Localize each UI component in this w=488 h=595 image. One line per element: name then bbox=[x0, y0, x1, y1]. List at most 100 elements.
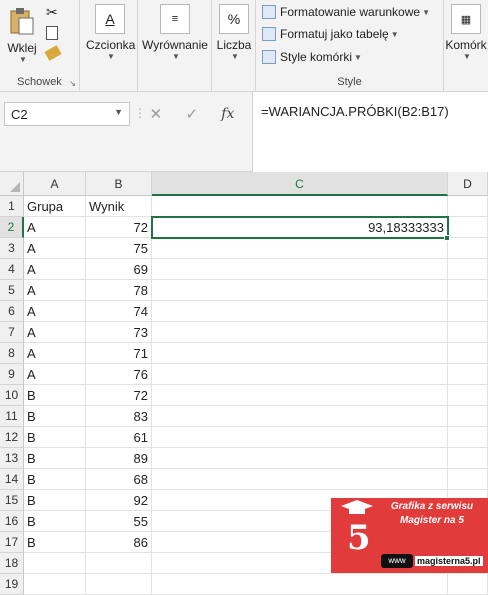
row-header-12[interactable]: 12 bbox=[0, 427, 24, 448]
cell-a-4[interactable]: A bbox=[24, 259, 86, 280]
cell-a-7[interactable]: A bbox=[24, 322, 86, 343]
cell-a-3[interactable]: A bbox=[24, 238, 86, 259]
copy-icon[interactable] bbox=[46, 26, 58, 40]
cell-b-2[interactable]: 72 bbox=[86, 217, 152, 238]
row-header-2[interactable]: 2 bbox=[0, 217, 24, 238]
cell-d-5[interactable] bbox=[448, 280, 488, 301]
row-header-16[interactable]: 16 bbox=[0, 511, 24, 532]
cell-b-9[interactable]: 76 bbox=[86, 364, 152, 385]
alignment-button[interactable]: ≡ Wyrównanie ▼ bbox=[140, 4, 210, 61]
cell-b-18[interactable] bbox=[86, 553, 152, 574]
cell-b-7[interactable]: 73 bbox=[86, 322, 152, 343]
insert-function-icon[interactable]: fx bbox=[221, 106, 234, 122]
cell-styles-button[interactable]: Style komórki ▼ bbox=[262, 47, 362, 67]
cell-c-19[interactable] bbox=[152, 574, 448, 595]
row-header-8[interactable]: 8 bbox=[0, 343, 24, 364]
cell-b-13[interactable]: 89 bbox=[86, 448, 152, 469]
cell-c-7[interactable] bbox=[152, 322, 448, 343]
cell-d-3[interactable] bbox=[448, 238, 488, 259]
cell-c-6[interactable] bbox=[152, 301, 448, 322]
cell-c-1[interactable] bbox=[152, 196, 448, 217]
formula-input[interactable]: =WARIANCJA.PRÓBKI(B2:B17) bbox=[252, 92, 488, 172]
cell-b-6[interactable]: 74 bbox=[86, 301, 152, 322]
cell-b-15[interactable]: 92 bbox=[86, 490, 152, 511]
column-header-d[interactable]: D bbox=[448, 172, 488, 196]
row-header-11[interactable]: 11 bbox=[0, 406, 24, 427]
cell-d-4[interactable] bbox=[448, 259, 488, 280]
cell-d-1[interactable] bbox=[448, 196, 488, 217]
cell-a-19[interactable] bbox=[24, 574, 86, 595]
column-header-a[interactable]: A bbox=[24, 172, 86, 196]
row-header-17[interactable]: 17 bbox=[0, 532, 24, 553]
row-header-15[interactable]: 15 bbox=[0, 490, 24, 511]
row-header-14[interactable]: 14 bbox=[0, 469, 24, 490]
cell-a-8[interactable]: A bbox=[24, 343, 86, 364]
cell-b-17[interactable]: 86 bbox=[86, 532, 152, 553]
paste-button[interactable]: Wklej ▼ bbox=[4, 6, 40, 64]
cell-d-8[interactable] bbox=[448, 343, 488, 364]
conditional-formatting-button[interactable]: Formatowanie warunkowe ▼ bbox=[262, 2, 430, 22]
cell-b-5[interactable]: 78 bbox=[86, 280, 152, 301]
cell-a-16[interactable]: B bbox=[24, 511, 86, 532]
cell-b-16[interactable]: 55 bbox=[86, 511, 152, 532]
cell-b-14[interactable]: 68 bbox=[86, 469, 152, 490]
cell-b-8[interactable]: 71 bbox=[86, 343, 152, 364]
row-header-3[interactable]: 3 bbox=[0, 238, 24, 259]
cell-c-14[interactable] bbox=[152, 469, 448, 490]
cell-b-10[interactable]: 72 bbox=[86, 385, 152, 406]
enter-icon[interactable]: ✓ bbox=[185, 105, 198, 123]
cell-d-19[interactable] bbox=[448, 574, 488, 595]
format-painter-icon[interactable] bbox=[44, 45, 62, 61]
cell-c-8[interactable] bbox=[152, 343, 448, 364]
cell-c-5[interactable] bbox=[152, 280, 448, 301]
cell-d-10[interactable] bbox=[448, 385, 488, 406]
cell-b-1[interactable]: Wynik bbox=[86, 196, 152, 217]
cell-c-3[interactable] bbox=[152, 238, 448, 259]
cell-c-13[interactable] bbox=[152, 448, 448, 469]
row-header-13[interactable]: 13 bbox=[0, 448, 24, 469]
cell-a-11[interactable]: B bbox=[24, 406, 86, 427]
cell-a-17[interactable]: B bbox=[24, 532, 86, 553]
cell-c-11[interactable] bbox=[152, 406, 448, 427]
cell-b-3[interactable]: 75 bbox=[86, 238, 152, 259]
cell-b-4[interactable]: 69 bbox=[86, 259, 152, 280]
cell-a-9[interactable]: A bbox=[24, 364, 86, 385]
row-header-7[interactable]: 7 bbox=[0, 322, 24, 343]
cell-b-12[interactable]: 61 bbox=[86, 427, 152, 448]
select-all-button[interactable] bbox=[0, 172, 24, 196]
row-header-9[interactable]: 9 bbox=[0, 364, 24, 385]
row-header-1[interactable]: 1 bbox=[0, 196, 24, 217]
cell-d-11[interactable] bbox=[448, 406, 488, 427]
name-box[interactable]: C2 ▼ bbox=[4, 102, 130, 126]
row-header-4[interactable]: 4 bbox=[0, 259, 24, 280]
column-header-c[interactable]: C bbox=[152, 172, 448, 196]
cell-c-10[interactable] bbox=[152, 385, 448, 406]
number-format-button[interactable]: % Liczba ▼ bbox=[214, 4, 254, 61]
cancel-icon[interactable]: ✕ bbox=[150, 105, 163, 123]
row-header-10[interactable]: 10 bbox=[0, 385, 24, 406]
cell-a-1[interactable]: Grupa bbox=[24, 196, 86, 217]
cells-button[interactable]: ▦ Komórk ▼ bbox=[444, 4, 488, 61]
cell-d-2[interactable] bbox=[448, 217, 488, 238]
dialog-launcher-icon[interactable]: ↘ bbox=[69, 79, 76, 88]
cell-b-19[interactable] bbox=[86, 574, 152, 595]
row-header-5[interactable]: 5 bbox=[0, 280, 24, 301]
format-as-table-button[interactable]: Formatuj jako tabelę ▼ bbox=[262, 24, 399, 44]
cell-d-6[interactable] bbox=[448, 301, 488, 322]
cell-c-12[interactable] bbox=[152, 427, 448, 448]
cell-d-7[interactable] bbox=[448, 322, 488, 343]
cell-a-15[interactable]: B bbox=[24, 490, 86, 511]
cut-icon[interactable]: ✂ bbox=[46, 4, 58, 21]
row-header-19[interactable]: 19 bbox=[0, 574, 24, 595]
fill-handle[interactable] bbox=[444, 235, 450, 241]
cell-a-5[interactable]: A bbox=[24, 280, 86, 301]
cell-a-6[interactable]: A bbox=[24, 301, 86, 322]
cell-d-9[interactable] bbox=[448, 364, 488, 385]
cell-b-11[interactable]: 83 bbox=[86, 406, 152, 427]
cell-a-12[interactable]: B bbox=[24, 427, 86, 448]
row-header-18[interactable]: 18 bbox=[0, 553, 24, 574]
chevron-down-icon[interactable]: ▼ bbox=[114, 107, 123, 117]
cell-d-12[interactable] bbox=[448, 427, 488, 448]
column-header-b[interactable]: B bbox=[86, 172, 152, 196]
cell-a-18[interactable] bbox=[24, 553, 86, 574]
